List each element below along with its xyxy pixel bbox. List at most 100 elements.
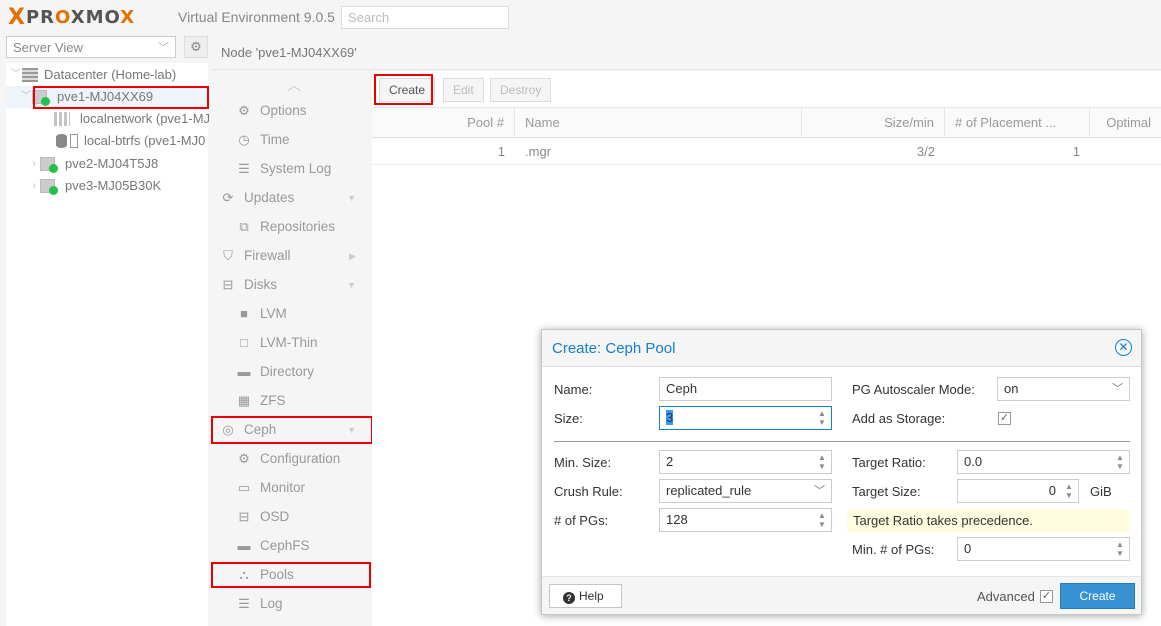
search-input[interactable]: Search — [341, 6, 509, 29]
target-ratio-label: Target Ratio: — [852, 455, 926, 470]
gear-icon: ⚙ — [238, 103, 250, 118]
name-input[interactable]: Ceph — [659, 377, 832, 401]
edit-pool-button[interactable]: Edit — [443, 78, 484, 102]
nav-cephfs[interactable]: ▬ CephFS — [236, 533, 386, 559]
tree-item-label: localnetwork (pve1-MJ — [80, 111, 211, 126]
nav-time[interactable]: ◷ Time — [236, 127, 386, 153]
target-ratio-input[interactable]: 0.0 ▲ ▼ — [957, 450, 1130, 474]
nav-disks[interactable]: ⊟ Disks ▼ — [220, 272, 370, 298]
scroll-up-icon[interactable]: ︿ — [287, 75, 301, 95]
collapse-icon[interactable]: ﹀ — [10, 64, 22, 86]
dialog-footer: ? Help Advanced ✓ Create — [542, 576, 1141, 614]
spinner-icon[interactable]: ▲ ▼ — [817, 511, 827, 529]
nav-label: Configuration — [260, 451, 341, 466]
nav-label: Monitor — [260, 480, 306, 495]
chevron-right-icon: ▶ — [349, 251, 356, 261]
square-outline-icon: □ — [240, 335, 248, 350]
tree-item-local-btrfs[interactable]: local-btrfs (pve1-MJ0 — [56, 130, 205, 152]
min-pgs-input[interactable]: 0 ▲ ▼ — [957, 537, 1130, 561]
cell-placement-groups: 1 — [1072, 144, 1080, 159]
hdd-icon: ⊟ — [238, 509, 250, 524]
size-input-value: 3 — [666, 410, 674, 425]
list-icon: ☰ — [238, 596, 250, 611]
cell-size-min: 3/2 — [916, 144, 935, 159]
tree-item-pve3[interactable]: › pve3-MJ05B30K — [28, 175, 161, 197]
collapse-icon[interactable]: ﹀ — [20, 86, 32, 108]
nav-osd[interactable]: ⊟ OSD — [236, 504, 386, 530]
crush-rule-value: replicated_rule — [666, 483, 752, 498]
datacenter-icon — [22, 68, 38, 82]
target-ratio-notice: Target Ratio takes precedence. — [847, 509, 1130, 532]
column-pool-number[interactable]: Pool # — [372, 108, 515, 138]
disk-icon — [70, 134, 78, 148]
help-button[interactable]: ? Help — [549, 584, 622, 608]
server-online-icon — [40, 179, 58, 195]
storage-icon — [56, 134, 67, 148]
nav-system-log[interactable]: ☰ System Log — [236, 156, 386, 182]
advanced-checkbox[interactable]: ✓ — [1040, 590, 1053, 603]
column-optimal[interactable]: Optimal — [1090, 108, 1161, 138]
spinner-icon[interactable]: ▲ ▼ — [1064, 482, 1074, 500]
nav-label: LVM — [260, 306, 287, 321]
monitor-icon: ▭ — [237, 480, 251, 495]
cell-name: .mgr — [525, 144, 551, 159]
add-storage-checkbox[interactable]: ✓ — [998, 412, 1011, 425]
nav-zfs[interactable]: ▦ ZFS — [236, 388, 386, 414]
product-version: Virtual Environment 9.0.5 — [178, 9, 335, 25]
list-icon: ☰ — [238, 161, 250, 176]
column-name[interactable]: Name — [515, 108, 802, 138]
pool-toolbar: Create Edit Destroy — [372, 71, 1161, 108]
nav-updates[interactable]: ⟳ Updates ▼ — [220, 185, 370, 211]
pgs-input[interactable]: 128 ▲ ▼ — [659, 508, 832, 532]
spinner-icon[interactable]: ▲ ▼ — [817, 409, 827, 427]
gear-icon[interactable]: ⚙ — [184, 36, 208, 58]
spinner-icon[interactable]: ▲ ▼ — [1115, 453, 1125, 471]
min-size-input[interactable]: 2 ▲ ▼ — [659, 450, 832, 474]
nav-repositories[interactable]: ⧉ Repositories — [236, 214, 386, 240]
nav-monitor[interactable]: ▭ Monitor — [236, 475, 386, 501]
create-ceph-pool-dialog: Create: Ceph Pool ✕ Name: Ceph Size: 3 ▲… — [541, 329, 1142, 615]
view-selector[interactable]: Server View ﹀ — [6, 36, 176, 58]
nav-lvm-thin[interactable]: □ LVM-Thin — [236, 330, 386, 356]
nav-label: OSD — [260, 509, 290, 524]
destroy-pool-button[interactable]: Destroy — [490, 78, 552, 102]
target-size-input[interactable]: 0 ▲ ▼ — [957, 479, 1079, 503]
chevron-down-icon: ▼ — [347, 193, 356, 203]
spinner-icon[interactable]: ▲ ▼ — [817, 453, 827, 471]
nav-label: Time — [260, 132, 290, 147]
nav-label: Options — [260, 103, 307, 118]
tree-item-localnetwork[interactable]: localnetwork (pve1-MJ — [54, 108, 210, 130]
nav-log[interactable]: ☰ Log — [236, 591, 386, 617]
crush-rule-select[interactable]: replicated_rule ﹀ — [659, 479, 832, 503]
expand-icon[interactable]: › — [28, 153, 40, 175]
close-icon[interactable]: ✕ — [1115, 339, 1132, 356]
expand-icon[interactable]: › — [28, 175, 40, 197]
nav-options[interactable]: ⚙ Options — [236, 98, 386, 124]
nav-directory[interactable]: ▬ Directory — [236, 359, 386, 385]
min-size-value: 2 — [666, 454, 674, 469]
size-input[interactable]: 3 ▲ ▼ — [659, 406, 832, 430]
target-size-label: Target Size: — [852, 484, 921, 499]
column-size-min[interactable]: Size/min — [802, 108, 945, 138]
nav-configuration[interactable]: ⚙ Configuration — [236, 446, 386, 472]
chevron-down-icon: ▼ — [347, 280, 356, 290]
add-storage-label: Add as Storage: — [852, 411, 946, 426]
tree-item-datacenter[interactable]: ﹀ Datacenter (Home-lab) — [10, 64, 176, 86]
nav-lvm[interactable]: ■ LVM — [236, 301, 386, 327]
create-button[interactable]: Create — [1060, 583, 1135, 609]
repository-icon: ⧉ — [239, 219, 249, 234]
tree-item-pve2[interactable]: › pve2-MJ04T5J8 — [28, 153, 158, 175]
nav-firewall[interactable]: ⛉ Firewall ▶ — [220, 243, 370, 269]
nav-label: Updates — [244, 190, 295, 205]
spinner-icon[interactable]: ▲ ▼ — [1115, 540, 1125, 558]
min-pgs-label: Min. # of PGs: — [852, 542, 935, 557]
column-placement-groups[interactable]: # of Placement ... — [945, 108, 1090, 138]
folder-icon: ▬ — [237, 538, 251, 553]
top-bar: X PROXMOX Virtual Environment 9.0.5 Sear… — [0, 0, 1161, 34]
gear-icon: ⚙ — [238, 451, 250, 466]
chevron-down-icon: ﹀ — [158, 42, 169, 54]
nav-label: Disks — [244, 277, 277, 292]
chevron-down-icon: ﹀ — [1112, 383, 1123, 395]
highlight-box — [211, 562, 371, 588]
autoscaler-select[interactable]: on ﹀ — [997, 377, 1130, 401]
